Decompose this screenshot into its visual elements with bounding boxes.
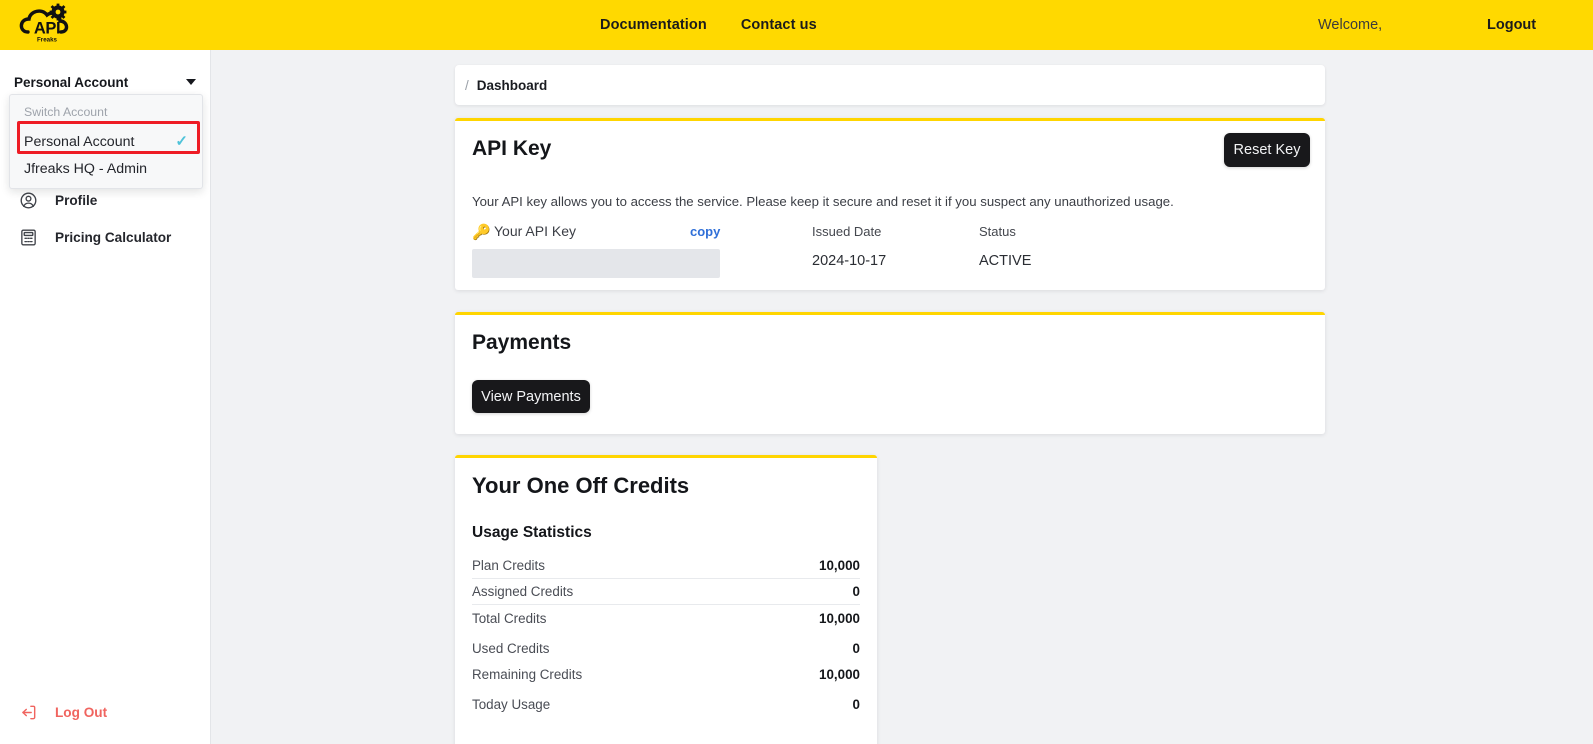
- stat-value: 0: [852, 584, 860, 599]
- usage-statistics-list: Plan Credits 10,000 Assigned Credits 0 T…: [472, 553, 860, 717]
- api-key-card-title: API Key: [472, 137, 552, 160]
- view-payments-button[interactable]: View Payments: [472, 380, 590, 413]
- top-navbar: API Freaks Documentation Contact us Welc…: [0, 0, 1593, 50]
- issued-date-label: Issued Date: [812, 224, 882, 239]
- breadcrumb-current-page: Dashboard: [476, 77, 548, 93]
- sidebar-logout-button[interactable]: Log Out: [18, 702, 107, 722]
- usage-statistics-heading: Usage Statistics: [472, 524, 592, 541]
- navbar-logout-link[interactable]: Logout: [1487, 0, 1536, 50]
- nav-link-contact-us[interactable]: Contact us: [741, 17, 817, 33]
- payments-card: Payments View Payments: [455, 312, 1325, 434]
- dropdown-option-jfreaks-hq-admin[interactable]: Jfreaks HQ - Admin: [10, 155, 202, 182]
- breadcrumb-separator: /: [465, 77, 469, 93]
- stat-row: Assigned Credits 0: [472, 579, 860, 605]
- stat-label: Total Credits: [472, 610, 547, 626]
- calculator-icon: [18, 228, 38, 248]
- svg-text:API: API: [34, 20, 60, 38]
- stat-value: 0: [852, 640, 860, 656]
- dropdown-option-label: Personal Account: [24, 133, 135, 150]
- sidebar-item-label: Profile: [55, 193, 98, 208]
- cloud-gear-icon: API Freaks: [19, 3, 69, 44]
- check-icon: ✓: [175, 133, 188, 150]
- copy-api-key-link[interactable]: copy: [690, 224, 720, 239]
- navbar-links: Documentation Contact us: [600, 0, 817, 50]
- api-key-label: Your API Key: [494, 223, 576, 239]
- stat-row: Remaining Credits 10,000: [472, 661, 860, 687]
- payments-card-title: Payments: [472, 331, 572, 354]
- one-off-credits-card: Your One Off Credits Usage Statistics Pl…: [455, 455, 877, 744]
- key-icon: 🔑: [472, 224, 491, 241]
- stat-label: Remaining Credits: [472, 666, 583, 682]
- nav-link-documentation[interactable]: Documentation: [600, 17, 707, 33]
- stat-label: Used Credits: [472, 640, 550, 656]
- api-key-input[interactable]: [472, 249, 720, 278]
- dropdown-heading: Switch Account: [24, 105, 108, 119]
- status-badge: ACTIVE: [979, 253, 1032, 269]
- issued-date-value: 2024-10-17: [812, 253, 887, 269]
- api-key-description: Your API key allows you to access the se…: [472, 194, 1174, 209]
- api-key-card: API Key Reset Key Your API key allows yo…: [455, 118, 1325, 290]
- dropdown-option-personal-account[interactable]: Personal Account ✓: [10, 128, 202, 155]
- dropdown-option-label: Jfreaks HQ - Admin: [24, 160, 147, 177]
- credits-card-title: Your One Off Credits: [472, 473, 690, 498]
- stat-row: Today Usage 0: [472, 691, 860, 717]
- sidebar-logout-label: Log Out: [55, 704, 108, 720]
- svg-text:Freaks: Freaks: [37, 37, 58, 44]
- account-switcher-dropdown: Switch Account Personal Account ✓ Jfreak…: [9, 94, 203, 189]
- user-circle-icon: [18, 191, 38, 211]
- sidebar-item-label: Pricing Calculator: [55, 230, 172, 245]
- logout-icon: [18, 702, 38, 722]
- app-logo[interactable]: API Freaks: [16, 2, 78, 48]
- sidebar: Personal Account Billing & Subscription: [0, 50, 211, 744]
- stat-row: Plan Credits 10,000: [472, 553, 860, 579]
- stat-value: 0: [852, 696, 860, 712]
- stat-label: Plan Credits: [472, 558, 545, 573]
- stat-label: Assigned Credits: [472, 584, 574, 599]
- main-content: / Dashboard API Key Reset Key Your API k…: [211, 50, 1593, 744]
- stat-value: 10,000: [819, 610, 860, 626]
- chevron-down-icon: [186, 79, 196, 85]
- sidebar-item-pricing-calculator[interactable]: Pricing Calculator: [0, 219, 210, 256]
- stat-label: Today Usage: [472, 696, 551, 712]
- account-selector-label: Personal Account: [14, 74, 129, 90]
- breadcrumb: / Dashboard: [455, 65, 1325, 105]
- stat-value: 10,000: [819, 558, 860, 573]
- stat-row: Used Credits 0: [472, 635, 860, 661]
- stat-row: Total Credits 10,000: [472, 605, 860, 631]
- stat-value: 10,000: [819, 666, 860, 682]
- reset-key-button[interactable]: Reset Key: [1224, 133, 1310, 167]
- navbar-welcome-text: Welcome,: [1318, 17, 1383, 33]
- status-label: Status: [979, 224, 1016, 239]
